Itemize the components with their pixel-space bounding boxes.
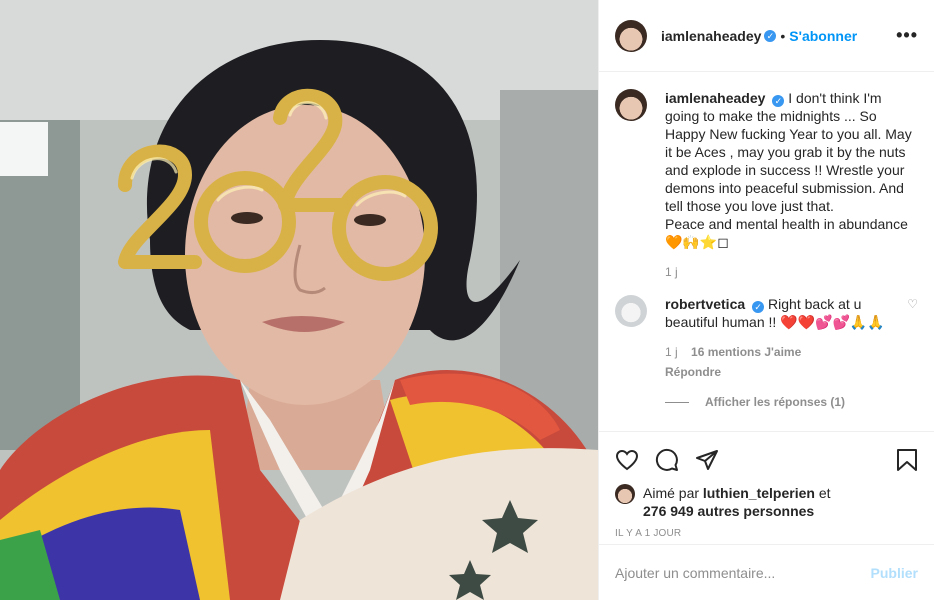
caption-age[interactable]: 1 j <box>665 263 918 281</box>
share-icon[interactable] <box>695 448 719 472</box>
verified-icon: ✓ <box>752 301 765 313</box>
likes-prefix: Aimé par <box>643 485 700 501</box>
header-separator: • <box>780 27 786 44</box>
author-avatar[interactable] <box>615 19 647 52</box>
comments-section[interactable]: iamlenaheadey ✓ I don't think I'm going t… <box>599 73 934 431</box>
post-side-panel: iamlenaheadey ✓ • S'abonner ••• iamlenah… <box>598 0 934 600</box>
liker-avatar[interactable] <box>615 484 635 504</box>
likes-conjunction: et <box>818 485 831 501</box>
caption-text: I don't think I'm going to make the midn… <box>665 90 912 250</box>
comment-input[interactable] <box>615 564 871 581</box>
publish-button[interactable]: Publier <box>871 565 918 581</box>
follow-button[interactable]: S'abonner <box>789 28 857 44</box>
caption: iamlenaheadey ✓ I don't think I'm going t… <box>615 89 918 281</box>
comment-icon[interactable] <box>655 448 679 472</box>
replies-divider <box>665 401 689 403</box>
commenter-avatar[interactable] <box>615 295 647 327</box>
view-replies-label: Afficher les réponses (1) <box>705 395 846 409</box>
likes-others[interactable]: 276 949 autres personnes <box>643 503 814 519</box>
comment-meta: 1 j 16 mentions J'aime <box>665 343 918 361</box>
comment-likes-count[interactable]: 16 mentions J'aime <box>691 345 801 359</box>
add-comment-bar: Publier <box>599 544 934 600</box>
reply-button[interactable]: Répondre <box>665 363 918 381</box>
liker-username[interactable]: luthien_telperien <box>703 485 815 501</box>
post-photo[interactable] <box>0 0 598 600</box>
post-actions-area: Aimé par luthien_telperien et 276 949 au… <box>599 431 934 539</box>
bookmark-icon[interactable] <box>896 448 918 472</box>
view-replies-button[interactable]: Afficher les réponses (1) <box>665 393 918 411</box>
photo-illustration <box>0 0 598 600</box>
caption-username[interactable]: iamlenaheadey <box>665 90 765 106</box>
comment-age[interactable]: 1 j <box>665 345 678 359</box>
author-username[interactable]: iamlenaheadey <box>661 28 761 44</box>
commenter-username[interactable]: robertvetica <box>665 296 745 312</box>
like-comment-heart-icon[interactable]: ♡ <box>907 295 918 331</box>
post-header: iamlenaheadey ✓ • S'abonner ••• <box>599 0 934 72</box>
heart-icon[interactable] <box>615 448 639 472</box>
post-timestamp[interactable]: IL Y A 1 JOUR <box>615 528 918 539</box>
likes-summary: Aimé par luthien_telperien et 276 949 au… <box>615 484 918 520</box>
caption-avatar[interactable] <box>615 89 647 121</box>
action-bar <box>615 440 918 480</box>
comment-item: robertvetica ✓ Right back at u beautiful … <box>615 295 918 411</box>
verified-icon: ✓ <box>772 95 785 107</box>
verified-icon: ✓ <box>764 29 777 42</box>
more-options-icon[interactable]: ••• <box>896 25 918 46</box>
